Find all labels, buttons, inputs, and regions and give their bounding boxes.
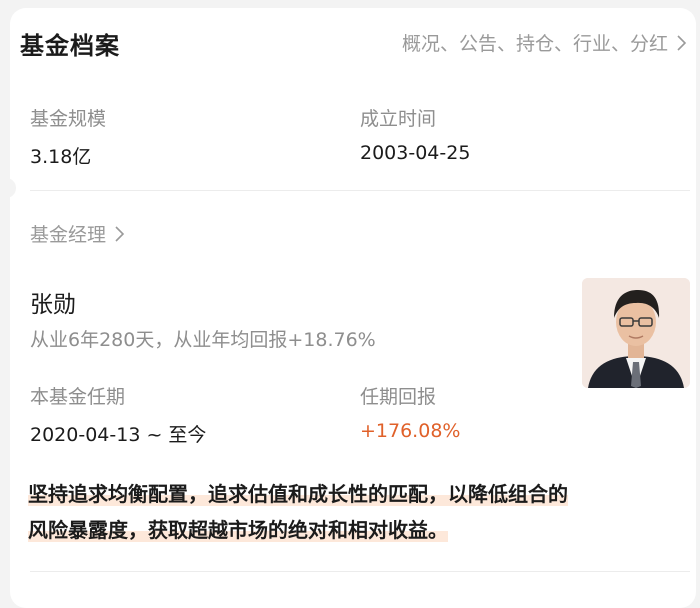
manager-experience: 从业6年280天，从业年均回报+18.76% (30, 329, 376, 351)
profile-sections-label: 概况、公告、持仓、行业、分红 (401, 33, 668, 55)
manager-philosophy: 坚持追求均衡配置，追求估值和成长性的匹配，以降低组合的 风险暴露度，获取超越市场… (28, 476, 678, 548)
philosophy-line-1: 坚持追求均衡配置，追求估值和成长性的匹配，以降低组合的 (28, 482, 568, 506)
fund-size-label: 基金规模 (30, 108, 107, 130)
manager-photo (582, 278, 690, 388)
chevron-right-icon (677, 34, 687, 51)
fund-manager-link[interactable]: 基金经理 (30, 220, 128, 247)
established-label: 成立时间 (360, 108, 437, 130)
tenure-value: 2020-04-13 ~ 至今 (30, 424, 207, 446)
fund-size-value: 3.18亿 (30, 146, 92, 168)
fund-manager-label: 基金经理 (30, 224, 107, 246)
philosophy-line-2: 风险暴露度，获取超越市场的绝对和相对收益。 (28, 518, 448, 542)
manager-avatar[interactable] (582, 278, 690, 388)
card-title: 基金档案 (20, 32, 120, 60)
section-divider (30, 571, 690, 572)
tenure-return-label: 任期回报 (360, 386, 437, 408)
tenure-label: 本基金任期 (30, 386, 126, 408)
established-value: 2003-04-25 (360, 142, 471, 164)
manager-name[interactable]: 张勋 (30, 285, 76, 319)
tenure-return-value: +176.08% (360, 420, 461, 442)
section-divider (30, 190, 690, 191)
profile-sections-link[interactable]: 概况、公告、持仓、行业、分红 (402, 29, 690, 56)
card-header: 基金档案 概况、公告、持仓、行业、分红 (20, 26, 690, 60)
chevron-right-icon (115, 225, 125, 242)
